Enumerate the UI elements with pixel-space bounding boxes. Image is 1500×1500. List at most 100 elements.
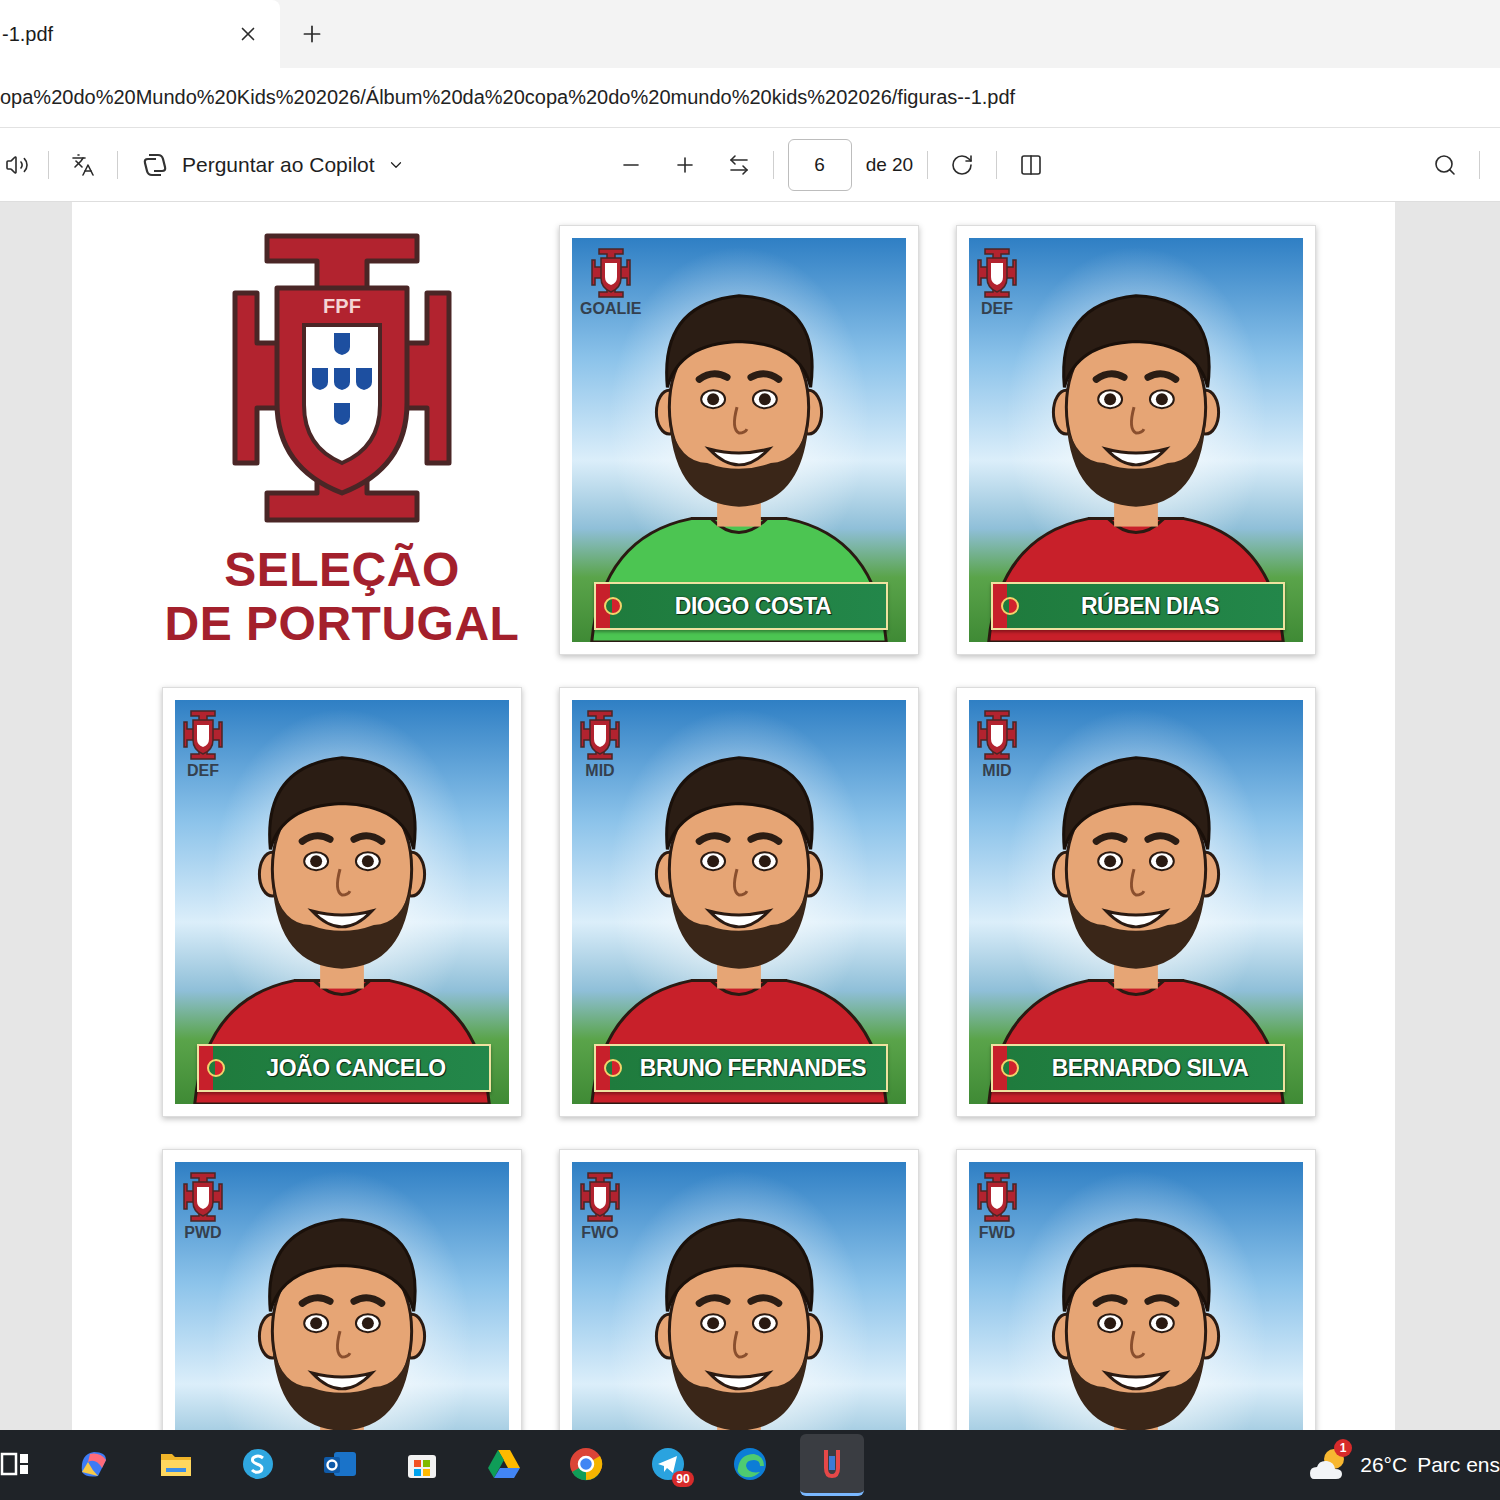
sticker-card: FWO: [559, 1149, 919, 1430]
separator: [927, 151, 928, 179]
taskbar-app[interactable]: [718, 1434, 782, 1496]
rotate-icon[interactable]: [942, 145, 982, 185]
sticker-card: DEF JOÃO CANCELO: [162, 687, 522, 1117]
taskbar-app[interactable]: [62, 1434, 126, 1496]
chevron-down-icon: [387, 156, 405, 174]
name-banner: BRUNO FERNANDES: [594, 1044, 888, 1092]
player-portrait: [969, 1162, 1303, 1430]
search-icon[interactable]: [1425, 145, 1465, 185]
position-label: FWD: [979, 1224, 1015, 1242]
weather-widget[interactable]: 126°CParc ens: [1308, 1445, 1500, 1485]
player-portrait: [175, 1162, 509, 1430]
weather-badge: 1: [1334, 1439, 1352, 1457]
taskbar-app[interactable]: [390, 1434, 454, 1496]
address-text: opa%20do%20Mundo%20Kids%202026/Álbum%20d…: [0, 86, 1015, 109]
skype-icon: [240, 1446, 276, 1482]
mini-crest-icon: [183, 710, 223, 760]
position-badge: MID: [580, 710, 620, 780]
flag-icon: [207, 1059, 225, 1077]
player-portrait: [572, 1162, 906, 1430]
position-badge: FWO: [580, 1172, 620, 1242]
svg-text:FPF: FPF: [323, 295, 361, 317]
copilot-label: Perguntar ao Copilot: [182, 153, 375, 177]
page-view-icon[interactable]: [1011, 145, 1051, 185]
translate-icon[interactable]: [63, 145, 103, 185]
address-bar[interactable]: opa%20do%20Mundo%20Kids%202026/Álbum%20d…: [0, 68, 1500, 128]
sticker-art: FWO: [572, 1162, 906, 1430]
sticker-grid: FPFSELEÇÃODE PORTUGALGOALIEDIOGO COSTADE…: [162, 225, 1395, 1430]
title-line: SELEÇÃO: [224, 543, 460, 597]
separator: [117, 151, 118, 179]
taskbar-app[interactable]: [554, 1434, 618, 1496]
taskbar-app[interactable]: [144, 1434, 208, 1496]
taskbar-apps: 90: [0, 1434, 864, 1496]
taskbar-app[interactable]: [472, 1434, 536, 1496]
zoom-out-icon[interactable]: [611, 145, 651, 185]
flag-icon: [1001, 597, 1019, 615]
app-icon: [814, 1446, 850, 1482]
copilot-button[interactable]: Perguntar ao Copilot: [132, 144, 413, 186]
sticker-art: GOALIEDIOGO COSTA: [572, 238, 906, 642]
flag-icon: [604, 597, 622, 615]
name-banner: JOÃO CANCELO: [197, 1044, 491, 1092]
chrome-icon: [568, 1446, 604, 1482]
copilot-app-icon: [76, 1446, 112, 1482]
position-badge: FWD: [977, 1172, 1017, 1242]
player-name: JOÃO CANCELO: [233, 1055, 479, 1082]
store-icon: [404, 1446, 440, 1482]
separator: [1479, 151, 1480, 179]
mini-crest-icon: [977, 710, 1017, 760]
flag-icon: [604, 1059, 622, 1077]
page-total: de 20: [866, 154, 914, 176]
weather-icon-box: 1: [1308, 1445, 1350, 1485]
name-banner: BERNARDO SILVA: [991, 1044, 1285, 1092]
position-badge: MID: [977, 710, 1017, 780]
page-number-field[interactable]: 6: [788, 139, 852, 191]
google-drive-icon: [486, 1446, 522, 1482]
taskbar-app[interactable]: [0, 1434, 44, 1496]
pdf-viewer: FPFSELEÇÃODE PORTUGALGOALIEDIOGO COSTADE…: [0, 202, 1500, 1430]
position-badge: DEF: [183, 710, 223, 780]
outlook-icon: [322, 1446, 358, 1482]
position-label: PWD: [184, 1224, 221, 1242]
task-view-icon: [0, 1446, 36, 1482]
separator: [996, 151, 997, 179]
taskbar-app[interactable]: [800, 1434, 864, 1496]
team-title: SELEÇÃODE PORTUGAL: [165, 543, 520, 651]
weather-text: Parc ens: [1417, 1453, 1500, 1477]
app-badge: 90: [672, 1471, 694, 1487]
position-label: MID: [585, 762, 614, 780]
sticker-card: FWD: [956, 1149, 1316, 1430]
player-name: BRUNO FERNANDES: [630, 1055, 876, 1082]
sticker-art: DEF JOÃO CANCELO: [175, 700, 509, 1104]
edge-icon: [732, 1446, 768, 1482]
browser-window: -1.pdf opa%20do%20Mundo%20Kids%202026/Álb…: [0, 0, 1500, 1500]
sticker-art: MID BRUNO FERNANDES: [572, 700, 906, 1104]
new-tab-icon[interactable]: [292, 14, 332, 54]
taskbar-app[interactable]: [226, 1434, 290, 1496]
position-label: GOALIE: [580, 300, 641, 318]
browser-tab[interactable]: -1.pdf: [0, 0, 280, 68]
player-name: RÚBEN DIAS: [1027, 593, 1273, 620]
mini-crest-icon: [580, 1172, 620, 1222]
sticker-card: MID BRUNO FERNANDES: [559, 687, 919, 1117]
team-header: FPF SELEÇÃODE PORTUGAL: [162, 225, 522, 655]
sticker-card: GOALIEDIOGO COSTA: [559, 225, 919, 655]
zoom-in-icon[interactable]: [665, 145, 705, 185]
taskbar-app[interactable]: [308, 1434, 372, 1496]
sticker-art: MID BERNARDO SILVA: [969, 700, 1303, 1104]
right-tools: [1425, 145, 1500, 185]
tab-title: -1.pdf: [0, 23, 53, 46]
flag-icon: [1001, 1059, 1019, 1077]
position-badge: DEF: [977, 248, 1017, 318]
read-aloud-icon[interactable]: [0, 145, 34, 185]
fit-width-icon[interactable]: [719, 145, 759, 185]
close-tab-icon[interactable]: [234, 14, 262, 54]
mini-crest-icon: [580, 710, 620, 760]
position-label: DEF: [187, 762, 219, 780]
mini-crest-icon: [183, 1172, 223, 1222]
taskbar-app[interactable]: 90: [636, 1434, 700, 1496]
sticker-card: PWD: [162, 1149, 522, 1430]
sticker-art: PWD: [175, 1162, 509, 1430]
position-label: DEF: [981, 300, 1013, 318]
